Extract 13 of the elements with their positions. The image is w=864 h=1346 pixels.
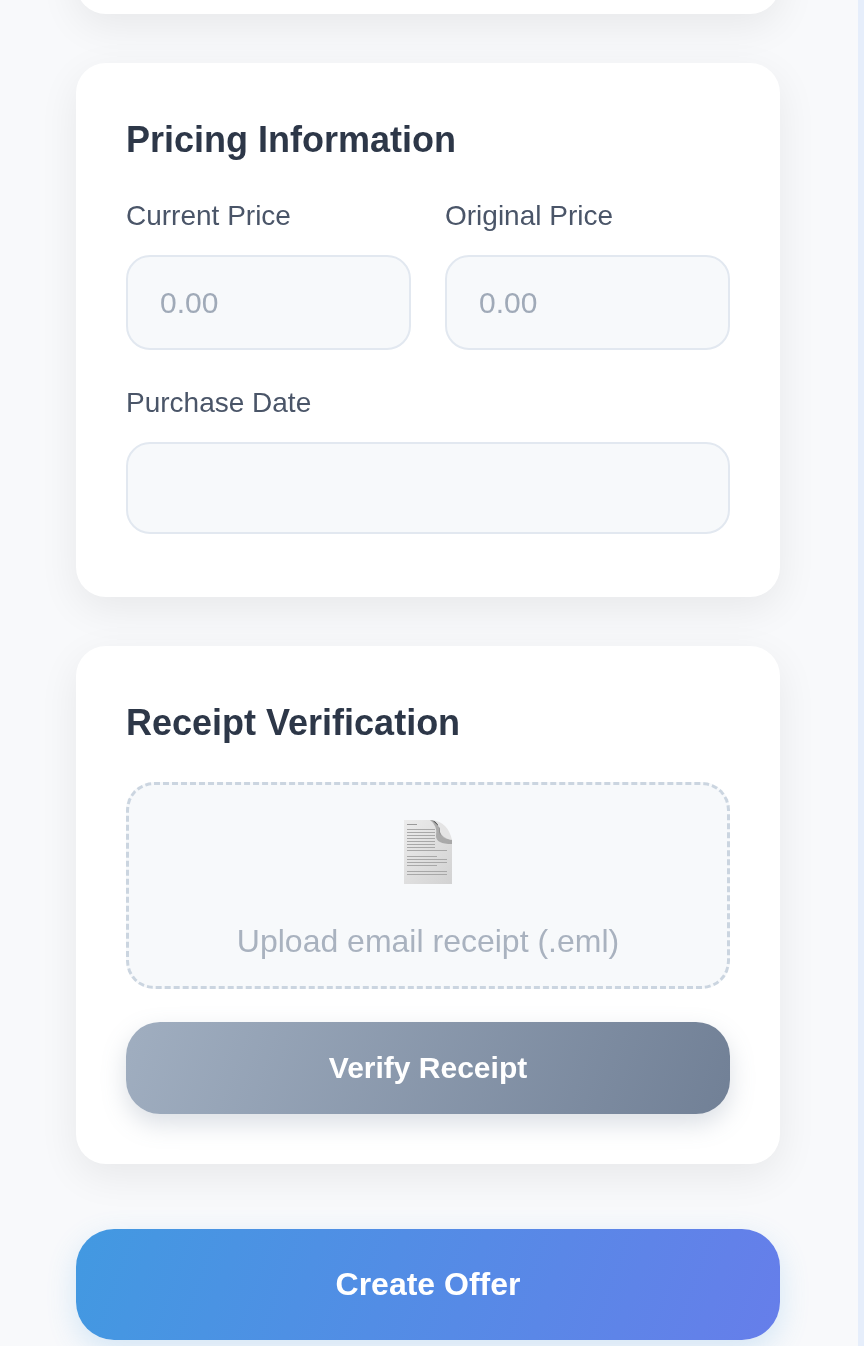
section-title: Pricing Information bbox=[126, 118, 457, 161]
input-field[interactable] bbox=[126, 442, 730, 534]
input-field[interactable]: 0.00 bbox=[445, 255, 730, 350]
create-offer-button[interactable]: Create Offer bbox=[76, 1229, 780, 1340]
field-label: Purchase Date bbox=[126, 386, 312, 420]
upload-label: Upload email receipt (.eml) bbox=[236, 922, 620, 960]
section-title: Receipt Verification bbox=[126, 701, 462, 744]
field-label: Original Price bbox=[445, 199, 614, 233]
input-field[interactable]: 0.00 bbox=[126, 255, 411, 350]
field-label: Current Price bbox=[126, 199, 291, 233]
verify-receipt-button[interactable]: Verify Receipt bbox=[126, 1022, 730, 1114]
document-icon bbox=[404, 820, 452, 884]
upload-drop-zone[interactable]: Upload email receipt (.eml) bbox=[126, 782, 730, 989]
